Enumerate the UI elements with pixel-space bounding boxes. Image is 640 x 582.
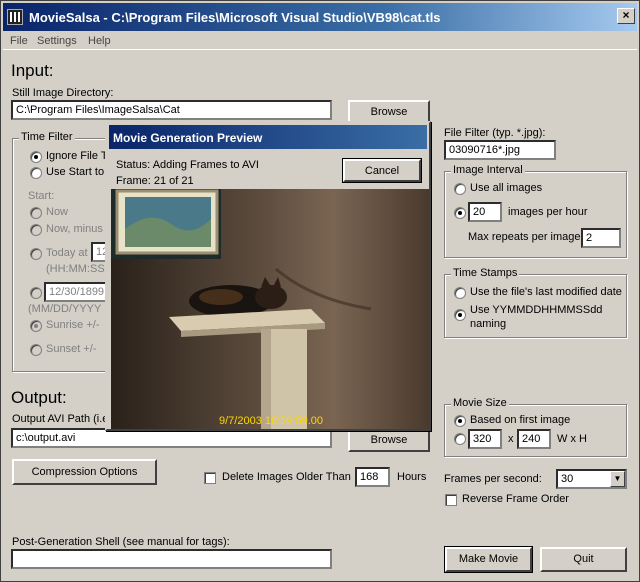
date-format-label: (MM/DD/YYYY: [28, 303, 102, 315]
last-modified-label: Use the file's last modified date: [470, 286, 622, 298]
ignore-file-time-radio[interactable]: [30, 151, 42, 163]
output-heading: Output:: [11, 388, 67, 407]
menu-bar: File Settings Help: [3, 32, 637, 50]
film-app-icon: [7, 9, 23, 25]
cat-photo-image: [111, 189, 429, 429]
time-format-label: (HH:MM:SS: [46, 263, 105, 275]
now-minus-radio[interactable]: [30, 224, 42, 236]
menu-help[interactable]: Help: [88, 35, 111, 47]
sunset-label: Sunset +/-: [46, 343, 97, 355]
hours-label: Hours: [397, 471, 427, 483]
based-on-first-label: Based on first image: [470, 414, 571, 426]
now-label: Now: [46, 206, 69, 218]
time-stamps-group: Time Stamps Use the file's last modified…: [444, 267, 627, 338]
fps-label: Frames per second:: [444, 473, 542, 485]
input-heading: Input:: [11, 61, 54, 80]
now-radio[interactable]: [30, 207, 42, 219]
use-all-images-radio[interactable]: [454, 183, 466, 195]
date-radio[interactable]: [30, 287, 42, 299]
images-per-hour-radio[interactable]: [454, 207, 466, 219]
reverse-order-label: Reverse Frame Order: [462, 493, 569, 505]
preview-timestamp: 9/7/2003 16:59:59.00: [219, 415, 323, 427]
images-per-hour-label: images per hour: [508, 206, 588, 218]
main-window: MovieSalsa - C:\Program Files\Microsoft …: [0, 0, 640, 582]
post-shell-input[interactable]: [11, 549, 332, 569]
fps-select[interactable]: 30 ▼: [556, 469, 627, 489]
sunrise-radio[interactable]: [30, 320, 42, 332]
delete-hours-input[interactable]: 168: [355, 467, 390, 487]
today-at-label: Today at: [46, 247, 88, 259]
preview-image: 9/7/2003 16:59:59.00: [111, 189, 429, 429]
dialog-title[interactable]: Movie Generation Preview: [109, 125, 427, 149]
image-interval-title: Image Interval: [451, 164, 525, 176]
browse-output-button[interactable]: Browse: [348, 428, 430, 452]
custom-size-radio[interactable]: [454, 433, 466, 445]
window-title: MovieSalsa - C:\Program Files\Microsoft …: [29, 10, 441, 25]
title-bar[interactable]: MovieSalsa - C:\Program Files\Microsoft …: [3, 3, 637, 31]
use-start-radio[interactable]: [30, 167, 42, 179]
movie-size-title: Movie Size: [451, 397, 509, 409]
time-stamps-title: Time Stamps: [451, 267, 520, 279]
still-dir-input[interactable]: C:\Program Files\ImageSalsa\Cat: [11, 100, 332, 120]
quit-button[interactable]: Quit: [540, 547, 627, 572]
naming-label-line1: Use YYMMDDHHMMSSdd: [470, 304, 603, 316]
use-all-images-label: Use all images: [470, 182, 543, 194]
sunset-radio[interactable]: [30, 344, 42, 356]
time-filter-title: Time Filter: [19, 131, 75, 143]
dialog-status: Status: Adding Frames to AVI: [116, 159, 259, 171]
max-repeats-label: Max repeats per image:: [468, 231, 584, 243]
still-dir-label: Still Image Directory:: [12, 87, 114, 99]
image-interval-group: Image Interval Use all images 20 images …: [444, 164, 627, 258]
time-filter-group: Time Filter Ignore File T Use Start to S…: [12, 131, 120, 372]
use-start-label: Use Start to: [46, 166, 105, 178]
width-input[interactable]: 320: [468, 429, 502, 449]
output-path-input[interactable]: c:\output.avi: [11, 428, 332, 448]
output-path-label: Output AVI Path (i.e: [12, 413, 109, 425]
start-label: Start:: [28, 190, 55, 202]
file-filter-label: File Filter (typ. *.jpg):: [444, 127, 546, 139]
post-shell-label: Post-Generation Shell (see manual for ta…: [12, 536, 230, 548]
ignore-file-time-label: Ignore File T: [46, 150, 108, 162]
delete-older-checkbox[interactable]: [204, 472, 216, 484]
sunrise-label: Sunrise +/-: [46, 319, 100, 331]
cancel-button[interactable]: Cancel: [342, 158, 422, 183]
menu-file[interactable]: File: [10, 35, 28, 47]
reverse-order-checkbox[interactable]: [445, 494, 457, 506]
height-input[interactable]: 240: [517, 429, 551, 449]
movie-preview-dialog: Movie Generation Preview Status: Adding …: [105, 121, 431, 431]
delete-older-label: Delete Images Older Than: [222, 471, 351, 483]
max-repeats-input[interactable]: 2: [581, 228, 621, 248]
images-per-hour-input[interactable]: 20: [468, 202, 502, 222]
now-minus-label: Now, minus: [46, 223, 103, 235]
make-movie-button[interactable]: Make Movie: [444, 546, 533, 573]
last-modified-radio[interactable]: [454, 287, 466, 299]
based-on-first-radio[interactable]: [454, 415, 466, 427]
today-at-radio[interactable]: [30, 248, 42, 260]
naming-label-line2: naming: [470, 318, 507, 330]
size-x-label: x: [508, 433, 514, 445]
compression-options-button[interactable]: Compression Options: [12, 459, 157, 485]
close-icon[interactable]: ×: [617, 8, 635, 24]
file-filter-input[interactable]: 03090716*.jpg: [444, 140, 556, 160]
fps-value: 30: [561, 473, 574, 485]
movie-size-group: Movie Size Based on first image 320 x 24…: [444, 397, 627, 457]
naming-radio[interactable]: [454, 309, 466, 321]
menu-settings[interactable]: Settings: [37, 35, 77, 47]
chevron-down-icon[interactable]: ▼: [610, 471, 625, 487]
dialog-frame-count: Frame: 21 of 21: [116, 175, 194, 187]
wh-label: W x H: [557, 433, 587, 445]
